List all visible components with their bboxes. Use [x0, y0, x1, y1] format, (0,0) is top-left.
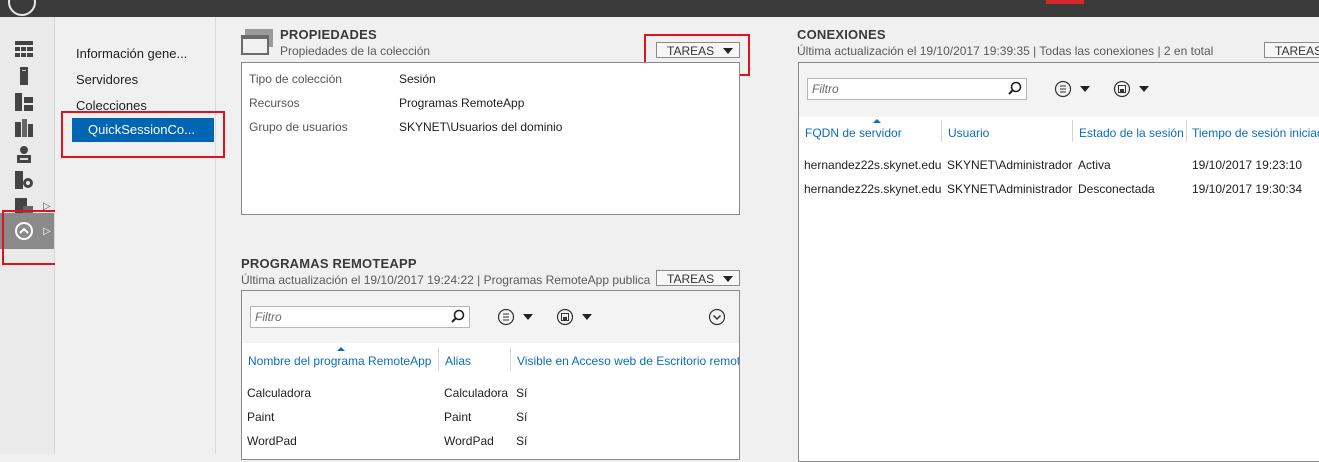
highlight-box [61, 111, 225, 158]
table-cell[interactable]: Sí [516, 386, 527, 400]
tasks-label: TAREAS [1275, 44, 1319, 58]
table-cell[interactable]: Paint [247, 410, 274, 424]
table-cell[interactable]: hernandez22s.skynet.edu [804, 182, 941, 196]
save-query-icon[interactable] [1113, 80, 1153, 101]
local-server-icon[interactable] [14, 66, 34, 86]
filter-input[interactable]: Filtro [807, 78, 1027, 100]
collection-icon [241, 29, 273, 55]
table-cell[interactable]: 19/10/2017 19:30:34 [1192, 182, 1302, 196]
file-storage-icon[interactable] [14, 118, 34, 138]
title-bar [0, 0, 1319, 17]
section-subtitle: Última actualización el 19/10/2017 19:39… [797, 44, 1214, 58]
list-view-icon[interactable] [497, 308, 537, 329]
property-value: Sesión [399, 72, 436, 86]
column-header[interactable]: Alias [445, 354, 471, 368]
table-cell[interactable]: SKYNET\Administrador [947, 158, 1072, 172]
dashboard-icon[interactable] [14, 39, 34, 59]
property-label: Recursos [249, 96, 300, 110]
column-header[interactable]: FQDN de servidor [805, 126, 902, 140]
column-divider[interactable] [510, 348, 511, 370]
search-icon[interactable] [1008, 81, 1022, 98]
table-cell[interactable]: 19/10/2017 19:23:10 [1192, 158, 1302, 172]
column-divider[interactable] [438, 348, 439, 370]
column-header[interactable]: Estado de la sesión [1079, 126, 1184, 140]
tasks-dropdown-button[interactable]: TAREAS [1264, 42, 1319, 58]
column-divider[interactable] [941, 120, 942, 142]
dropdown-arrow-icon [723, 276, 733, 282]
table-cell[interactable]: Calculadora [444, 386, 508, 400]
section-title: CONEXIONES [797, 27, 886, 42]
column-header[interactable]: Tiempo de sesión iniciad [1192, 126, 1319, 140]
sort-indicator-icon [873, 119, 881, 123]
notification-flag-icon[interactable] [1046, 0, 1084, 4]
user-computer-icon[interactable] [14, 144, 34, 164]
highlight-box [2, 210, 58, 265]
column-header[interactable]: Visible en Acceso web de Escritorio remo… [517, 354, 739, 368]
nav-item-overview[interactable]: Información gene... [76, 46, 187, 61]
section-subtitle: Última actualización el 19/10/2017 19:24… [241, 273, 651, 287]
search-icon[interactable] [451, 309, 465, 326]
tasks-label: TAREAS [667, 272, 715, 286]
expand-chevron-icon[interactable] [708, 308, 726, 329]
tasks-dropdown-button[interactable]: TAREAS [656, 270, 740, 286]
property-value: Programas RemoteApp [399, 96, 525, 110]
back-button[interactable] [8, 0, 36, 16]
table-cell[interactable]: WordPad [444, 434, 494, 448]
table-cell[interactable]: WordPad [247, 434, 297, 448]
save-query-icon[interactable] [556, 308, 596, 329]
column-header[interactable]: Usuario [948, 126, 989, 140]
table-cell[interactable]: Sí [516, 410, 527, 424]
section-subtitle: Propiedades de la colección [280, 44, 431, 58]
table-cell[interactable]: Desconectada [1078, 182, 1155, 196]
section-title: PROPIEDADES [280, 27, 377, 42]
list-view-icon[interactable] [1054, 80, 1094, 101]
section-title: PROGRAMAS REMOTEAPP [241, 256, 417, 271]
table-cell[interactable]: SKYNET\Administrador [947, 182, 1072, 196]
property-label: Grupo de usuarios [249, 120, 348, 134]
column-divider[interactable] [1186, 120, 1187, 142]
filter-placeholder: Filtro [255, 310, 282, 324]
all-servers-icon[interactable] [14, 92, 34, 112]
table-cell[interactable]: Calculadora [247, 386, 311, 400]
property-label: Tipo de colección [249, 72, 342, 86]
sort-indicator-icon [337, 347, 345, 351]
property-value: SKYNET\Usuarios del dominio [399, 120, 563, 134]
table-cell[interactable]: hernandez22s.skynet.edu [804, 158, 941, 172]
table-cell[interactable]: Activa [1078, 158, 1111, 172]
column-header[interactable]: Nombre del programa RemoteApp [248, 354, 431, 368]
filter-placeholder: Filtro [812, 82, 839, 96]
table-cell[interactable]: Paint [444, 410, 471, 424]
filter-input[interactable]: Filtro [250, 306, 470, 328]
table-cell[interactable]: Sí [516, 434, 527, 448]
column-divider[interactable] [1072, 120, 1073, 142]
nav-item-servers[interactable]: Servidores [76, 72, 138, 87]
features-icon[interactable] [14, 170, 34, 190]
